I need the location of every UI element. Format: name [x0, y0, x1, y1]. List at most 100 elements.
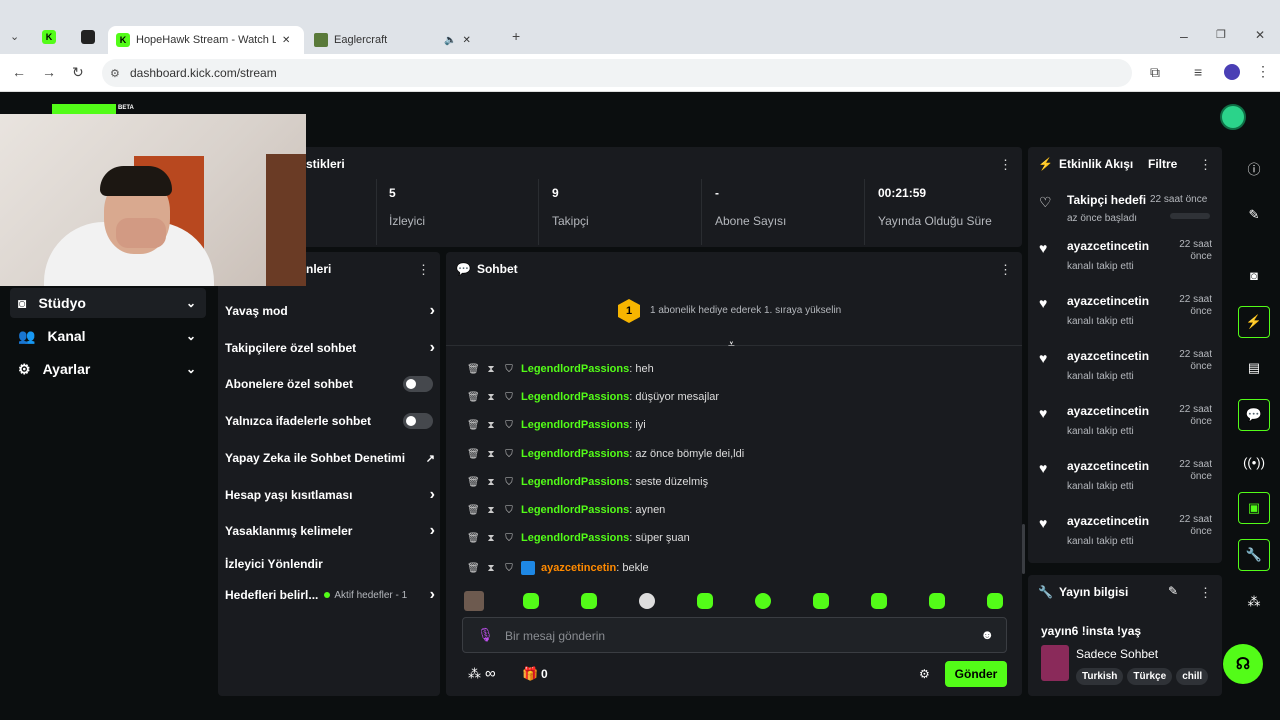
nav-studio[interactable]: ◙ Stüdyo ⌄	[10, 288, 206, 318]
delete-icon[interactable]: 🗑	[467, 563, 480, 574]
emote-icon[interactable]	[929, 593, 945, 609]
delete-icon[interactable]: 🗑	[467, 449, 480, 460]
send-button[interactable]: Gönder	[945, 661, 1007, 687]
category-thumbnail[interactable]	[1041, 645, 1069, 681]
chat-username[interactable]: LegendlordPassions	[521, 504, 629, 516]
more-options-icon[interactable]: ⋮	[1199, 157, 1212, 173]
slow-mode-item[interactable]: Yavaş mod ›	[225, 302, 435, 319]
timeout-icon[interactable]: ⧗	[485, 563, 497, 574]
tab-hopehawk[interactable]: K HopeHawk Stream - Watch Live ✕	[108, 26, 304, 54]
tag[interactable]: Turkish	[1076, 668, 1124, 685]
timeout-icon[interactable]: ⧗	[485, 364, 497, 375]
emote-icon[interactable]	[755, 593, 771, 609]
timeout-icon[interactable]: ⧗	[485, 505, 497, 516]
close-window-button[interactable]: ✕	[1255, 28, 1265, 42]
chat-username[interactable]: LegendlordPassions	[521, 532, 629, 544]
emote-icon[interactable]	[697, 593, 713, 609]
chat-icon[interactable]: 💬	[1238, 399, 1270, 431]
emote-icon[interactable]	[523, 593, 539, 609]
user-avatar[interactable]	[1220, 104, 1246, 130]
pinned-kick-tab[interactable]: K	[42, 30, 56, 44]
microphone-icon[interactable]: 🎙	[477, 627, 494, 643]
emote-icon[interactable]	[871, 593, 887, 609]
gift-sub-promo[interactable]: 1 abonelik hediye ederek 1. sıraya yükse…	[650, 305, 841, 316]
back-icon[interactable]: ←	[12, 64, 26, 80]
kick-logo[interactable]	[52, 104, 116, 114]
chat-input[interactable]: 🎙 Bir mesaj gönderin ☻	[462, 617, 1007, 653]
emote-icon[interactable]	[639, 593, 655, 609]
delete-icon[interactable]: 🗑	[467, 364, 480, 375]
host-redirect-item[interactable]: İzleyici Yönlendir	[225, 556, 435, 572]
emote-icon[interactable]	[581, 593, 597, 609]
activity-lightning-icon[interactable]: ⚡	[1238, 306, 1270, 338]
pinned-tab-icon[interactable]	[81, 30, 95, 44]
wrench-tool-icon[interactable]: 🔧	[1238, 539, 1270, 571]
chat-username[interactable]: LegendlordPassions	[521, 391, 629, 403]
filter-button[interactable]: Filtre	[1148, 157, 1177, 171]
tab-eaglercraft[interactable]: Eaglercraft 🔈 ✕	[306, 26, 502, 54]
profile-avatar[interactable]	[1224, 64, 1240, 80]
stream-preview-icon[interactable]: ◙	[1238, 259, 1270, 291]
followers-only-item[interactable]: Takipçilere özel sohbet ›	[225, 339, 435, 356]
restore-button[interactable]: ❐	[1216, 28, 1226, 41]
close-tab-icon[interactable]: ✕	[282, 35, 290, 46]
scroll-to-bottom-icon[interactable]: ⩡	[728, 337, 735, 352]
delete-icon[interactable]: 🗑	[467, 420, 480, 431]
tab-search-icon[interactable]: ⌄	[10, 30, 19, 43]
gift-icon[interactable]: 🎁	[522, 666, 538, 682]
minimize-button[interactable]: –	[1180, 28, 1188, 44]
emote-icon[interactable]	[987, 593, 1003, 609]
delete-icon[interactable]: 🗑	[467, 533, 480, 544]
ai-moderation-item[interactable]: Yapay Zeka ile Sohbet Denetimi ↗	[225, 450, 435, 466]
timeout-icon[interactable]: ⧗	[485, 420, 497, 431]
banned-words-item[interactable]: Yasaklanmış kelimeler ›	[225, 522, 435, 539]
address-bar[interactable]: ⚙ dashboard.kick.com/stream	[102, 59, 1132, 87]
tag[interactable]: chill	[1176, 668, 1209, 685]
delete-icon[interactable]: 🗑	[467, 477, 480, 488]
support-headset-icon[interactable]: ☊	[1223, 644, 1263, 684]
forward-icon[interactable]: →	[42, 64, 56, 80]
chat-username[interactable]: ayazcetincetin	[541, 562, 616, 574]
nav-settings[interactable]: ⚙ Ayarlar ⌄	[10, 354, 206, 384]
chat-username[interactable]: LegendlordPassions	[521, 448, 629, 460]
chat-username[interactable]: LegendlordPassions	[521, 419, 629, 431]
extensions-icon[interactable]: ⧉	[1150, 64, 1160, 81]
timeout-icon[interactable]: ⧗	[485, 477, 497, 488]
category-name[interactable]: Sadece Sohbet	[1076, 647, 1158, 661]
audio-icon[interactable]: 🔈	[444, 35, 456, 46]
delete-icon[interactable]: 🗑	[467, 505, 480, 516]
chat-username[interactable]: LegendlordPassions	[521, 476, 629, 488]
kick-points-icon[interactable]: ⁂	[1238, 586, 1270, 618]
emote-avatar[interactable]	[464, 591, 484, 611]
video-icon[interactable]: ▣	[1238, 492, 1270, 524]
info-icon[interactable]: ⓘ	[1238, 152, 1270, 184]
goals-item[interactable]: Hedefleri belirl... Aktif hedefler - 1 ›	[225, 586, 435, 603]
emote-icon[interactable]	[813, 593, 829, 609]
kick-points-icon[interactable]: ⁂	[468, 666, 481, 682]
nav-channel[interactable]: 👥 Kanal ⌄	[10, 321, 206, 351]
notes-icon[interactable]: ▤	[1238, 352, 1270, 384]
broadcast-icon[interactable]: ((•))	[1238, 446, 1270, 478]
media-control-icon[interactable]: ≡	[1194, 64, 1202, 80]
delete-icon[interactable]: 🗑	[467, 392, 480, 403]
new-tab-button[interactable]: +	[512, 28, 520, 44]
site-info-icon[interactable]: ⚙	[110, 67, 120, 80]
close-tab-icon[interactable]: ✕	[462, 35, 470, 46]
reload-icon[interactable]: ↻	[72, 64, 84, 81]
chat-settings-gear-icon[interactable]: ⚙	[919, 667, 930, 681]
timeout-icon[interactable]: ⧗	[485, 533, 497, 544]
timeout-icon[interactable]: ⧗	[485, 392, 497, 403]
more-options-icon[interactable]: ⋮	[999, 157, 1012, 173]
timeout-icon[interactable]: ⧗	[485, 449, 497, 460]
more-options-icon[interactable]: ⋮	[999, 262, 1012, 278]
chat-scrollbar[interactable]	[1022, 524, 1025, 574]
emotes-only-toggle[interactable]	[403, 413, 433, 429]
emoji-icon[interactable]: ☻	[980, 627, 994, 642]
pencil-icon[interactable]: ✎	[1238, 199, 1270, 231]
more-options-icon[interactable]: ⋮	[1199, 585, 1212, 601]
edit-icon[interactable]: ✎	[1168, 584, 1178, 598]
tag[interactable]: Türkçe	[1127, 668, 1173, 685]
more-options-icon[interactable]: ⋮	[417, 262, 430, 278]
subscribers-only-toggle[interactable]	[403, 376, 433, 392]
chat-username[interactable]: LegendlordPassions	[521, 363, 629, 375]
